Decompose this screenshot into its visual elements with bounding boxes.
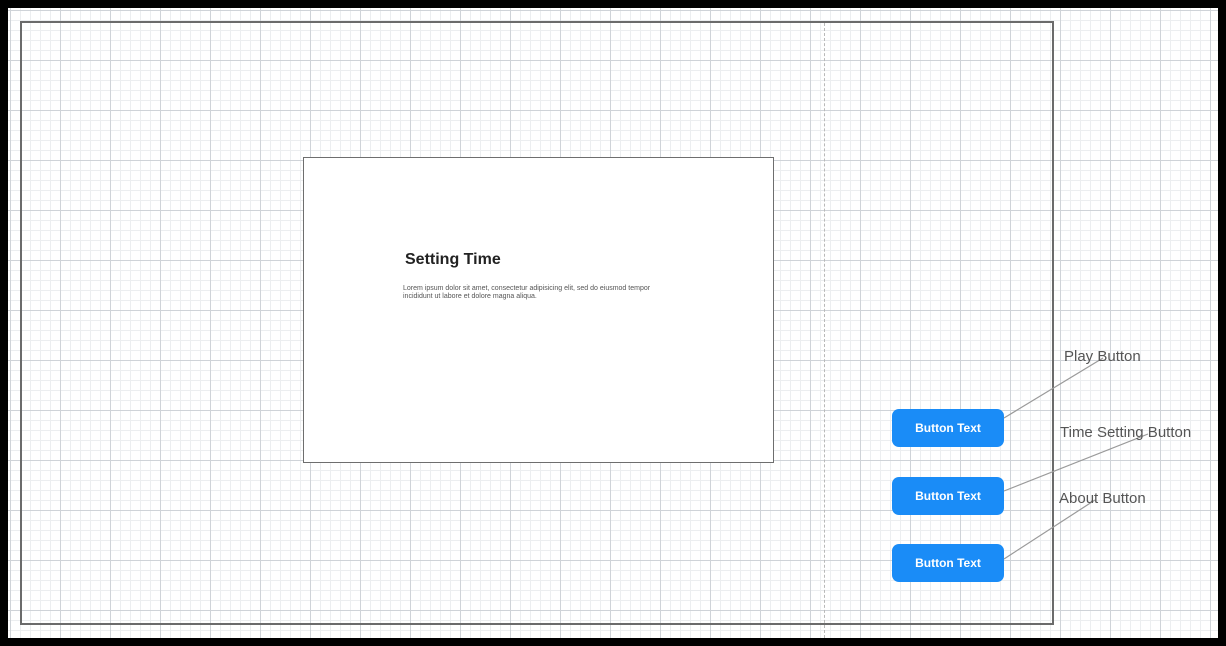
panel-title: Setting Time (405, 251, 501, 268)
dashed-divider (824, 23, 825, 638)
about-button[interactable]: Button Text (892, 544, 1004, 582)
time-setting-button[interactable]: Button Text (892, 477, 1004, 515)
play-button[interactable]: Button Text (892, 409, 1004, 447)
about-button-callout: About Button (1059, 490, 1146, 507)
panel-body-text: Lorem ipsum dolor sit amet, consectetur … (403, 285, 651, 300)
play-button-callout: Play Button (1064, 348, 1141, 365)
setting-time-panel: Setting Time Lorem ipsum dolor sit amet,… (303, 157, 774, 463)
time-setting-button-callout: Time Setting Button (1060, 424, 1192, 441)
canvas-grid: Setting Time Lorem ipsum dolor sit amet,… (8, 8, 1218, 638)
